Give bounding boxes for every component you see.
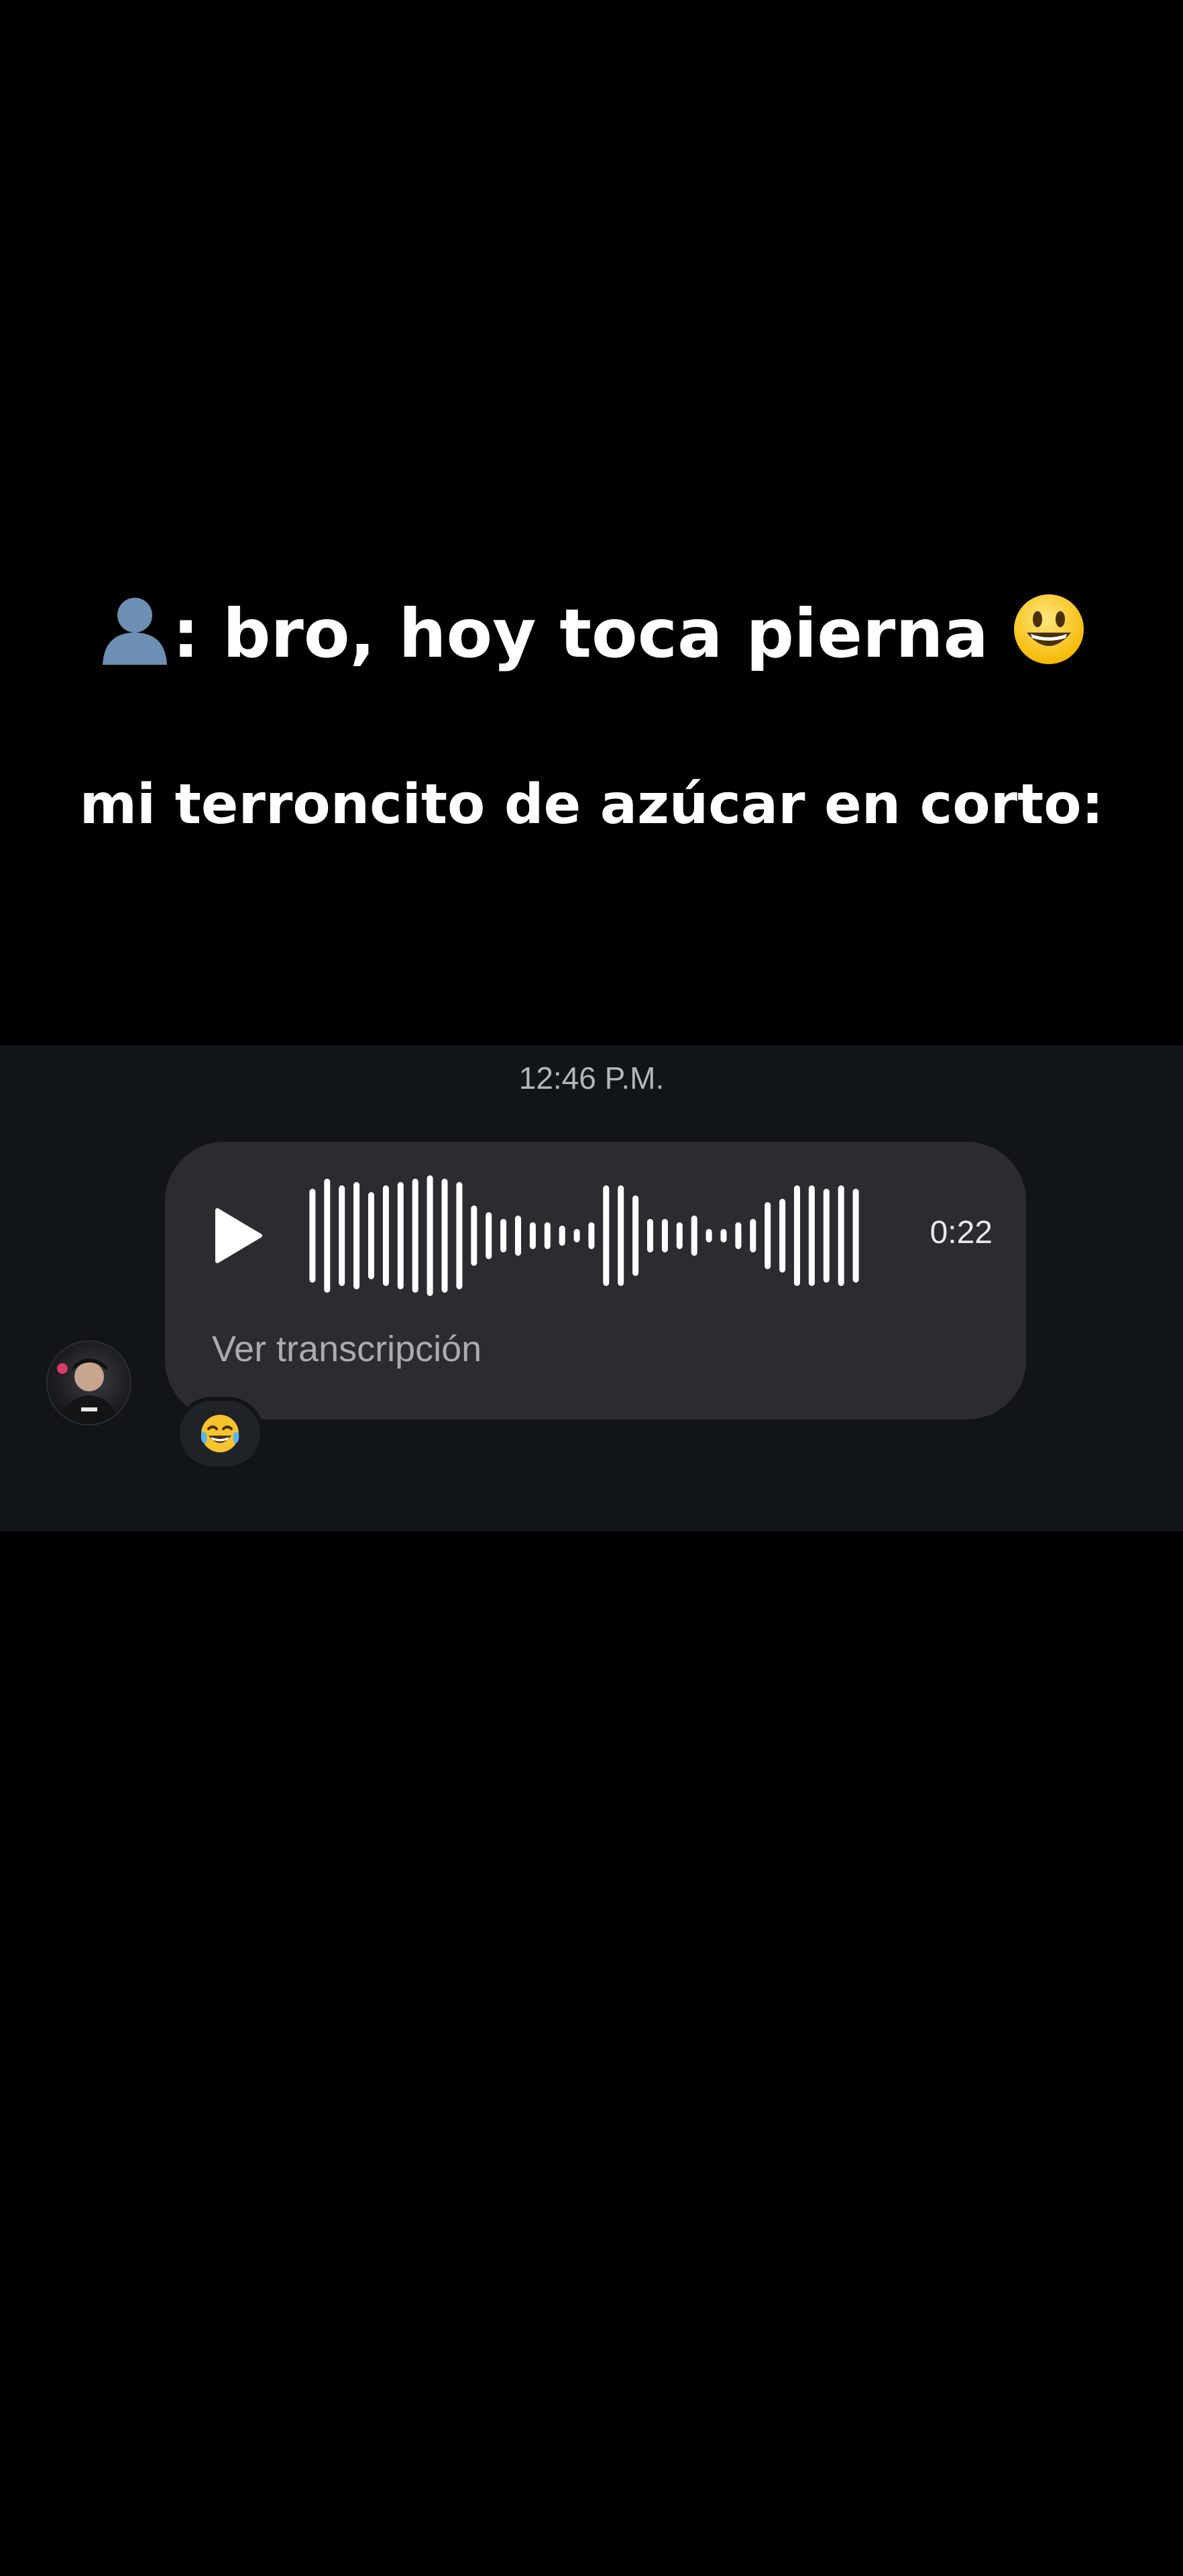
- tears-of-joy-icon: [201, 1415, 239, 1452]
- waveform-bar: [838, 1185, 844, 1286]
- waveform-bar: [456, 1182, 463, 1289]
- waveform-bar: [382, 1185, 389, 1286]
- waveform-bar: [661, 1219, 668, 1252]
- waveform-bar: [676, 1222, 683, 1249]
- voice-message-duration: 0:22: [929, 1215, 993, 1250]
- waveform-bar: [735, 1222, 742, 1249]
- waveform-bar: [412, 1179, 418, 1293]
- waveform-bar: [441, 1179, 448, 1293]
- caption-line-2: mi terroncito de azúcar en corto:: [79, 773, 1104, 837]
- waveform-bar: [353, 1182, 360, 1289]
- waveform-bar: [324, 1179, 331, 1293]
- waveform-bar: [486, 1212, 492, 1259]
- waveform-bar: [559, 1226, 565, 1246]
- waveform-bar: [339, 1185, 345, 1286]
- grinning-face-icon: [1012, 592, 1086, 690]
- waveform-bar: [515, 1216, 521, 1256]
- reaction-badge[interactable]: [176, 1397, 264, 1470]
- caption-line-1-text: : bro, hoy toca pierna: [172, 594, 1012, 673]
- audio-waveform[interactable]: [305, 1175, 863, 1296]
- message-timestamp: 12:46 P.M.: [518, 1061, 665, 1095]
- waveform-bar: [618, 1185, 624, 1286]
- waveform-bar: [765, 1202, 771, 1269]
- waveform-bar: [603, 1185, 610, 1286]
- waveform-bar: [750, 1219, 756, 1252]
- waveform-bar: [852, 1189, 859, 1283]
- waveform-bar: [588, 1222, 595, 1249]
- waveform-bar: [309, 1189, 316, 1283]
- waveform-bar: [706, 1229, 712, 1242]
- view-transcript-link[interactable]: Ver transcripción: [212, 1328, 482, 1370]
- waveform-bar: [779, 1199, 786, 1273]
- waveform-bar: [529, 1222, 536, 1249]
- waveform-bar: [397, 1182, 404, 1289]
- waveform-bar: [500, 1219, 507, 1252]
- waveform-bar: [427, 1175, 433, 1296]
- waveform-bar: [691, 1216, 697, 1256]
- waveform-bar: [544, 1222, 551, 1249]
- play-icon: [215, 1208, 262, 1263]
- waveform-bar: [647, 1219, 653, 1252]
- waveform-bar: [794, 1185, 800, 1286]
- waveform-bar: [632, 1195, 639, 1276]
- waveform-bar: [368, 1192, 374, 1279]
- waveform-bar: [471, 1205, 477, 1266]
- waveform-bar: [823, 1189, 830, 1283]
- waveform-bar: [808, 1185, 815, 1286]
- caption-line-1: : bro, hoy toca pierna: [0, 587, 1183, 690]
- avatar[interactable]: [46, 1340, 131, 1426]
- person-silhouette-icon: [97, 591, 172, 690]
- waveform-bar: [720, 1229, 727, 1242]
- play-button[interactable]: [213, 1208, 263, 1264]
- waveform-bar: [573, 1229, 580, 1242]
